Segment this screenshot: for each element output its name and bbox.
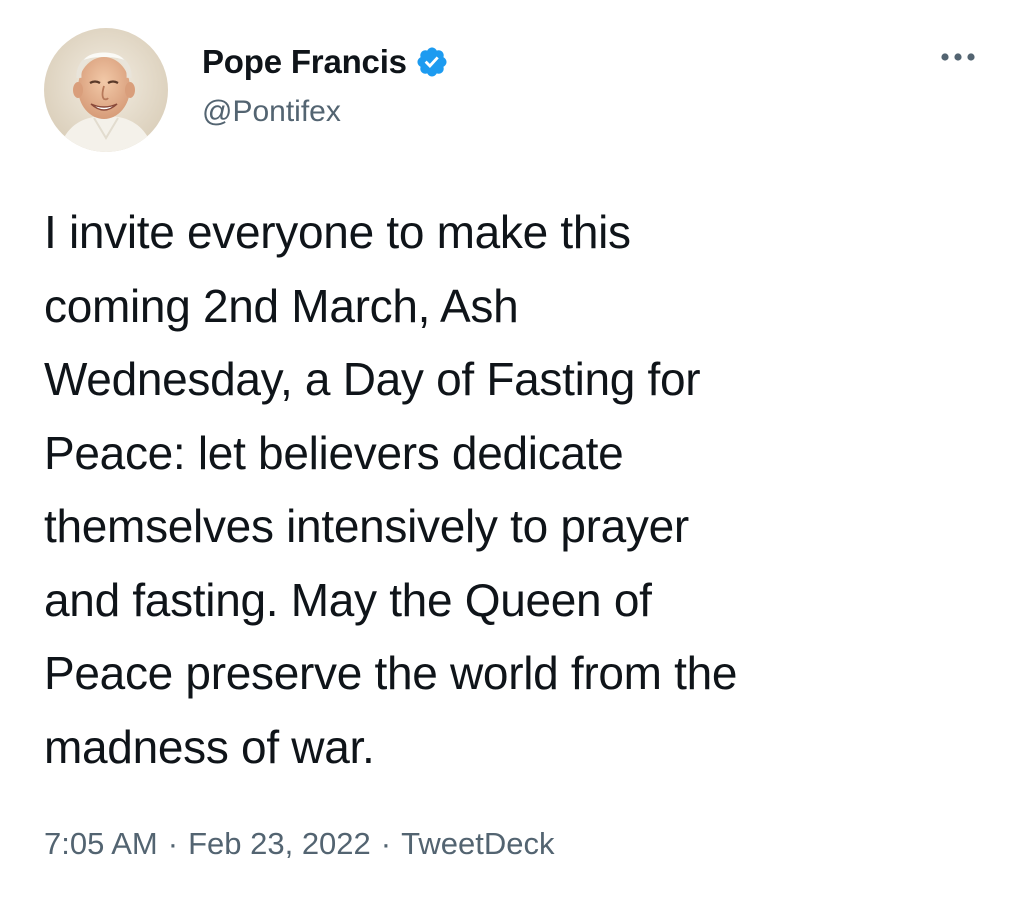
author-name-row: Pope Francis bbox=[202, 40, 449, 84]
verified-badge-icon bbox=[415, 45, 449, 79]
tweet-time-link[interactable]: 7:05 AM bbox=[44, 826, 158, 862]
avatar[interactable] bbox=[44, 28, 168, 152]
meta-separator: · bbox=[380, 826, 392, 861]
pope-portrait-avatar-icon bbox=[44, 28, 168, 152]
tweet-text-line: Peace preserve the world from the bbox=[44, 647, 738, 699]
tweet-text-line: and fasting. May the Queen of bbox=[44, 573, 652, 626]
tweet-text-line: Peace: let believers dedicate bbox=[44, 426, 624, 479]
tweet-text-line: coming 2nd March, Ash bbox=[44, 279, 519, 332]
author-handle[interactable]: @Pontifex bbox=[202, 95, 341, 129]
tweet-text: I invite everyone to make this coming 2n… bbox=[44, 196, 984, 784]
tweet-text-line: Wednesday, a Day of Fasting for bbox=[44, 353, 701, 405]
more-dots-icon bbox=[941, 53, 975, 61]
author-display-name[interactable]: Pope Francis bbox=[202, 43, 407, 81]
more-options-button[interactable] bbox=[936, 42, 980, 72]
tweet-text-line: madness of war. bbox=[44, 720, 375, 773]
meta-separator: · bbox=[167, 826, 179, 861]
tweet-source-link[interactable]: TweetDeck bbox=[401, 826, 554, 862]
tweet-text-line: themselves intensively to prayer bbox=[44, 500, 689, 552]
tweet-text-line: I invite everyone to make this bbox=[44, 206, 631, 258]
tweet-card: Pope Francis @Pontifex I invite everyone… bbox=[0, 0, 1024, 909]
tweet-metadata: 7:05 AM · Feb 23, 2022 · TweetDeck bbox=[44, 826, 554, 862]
tweet-date-link[interactable]: Feb 23, 2022 bbox=[188, 826, 371, 862]
